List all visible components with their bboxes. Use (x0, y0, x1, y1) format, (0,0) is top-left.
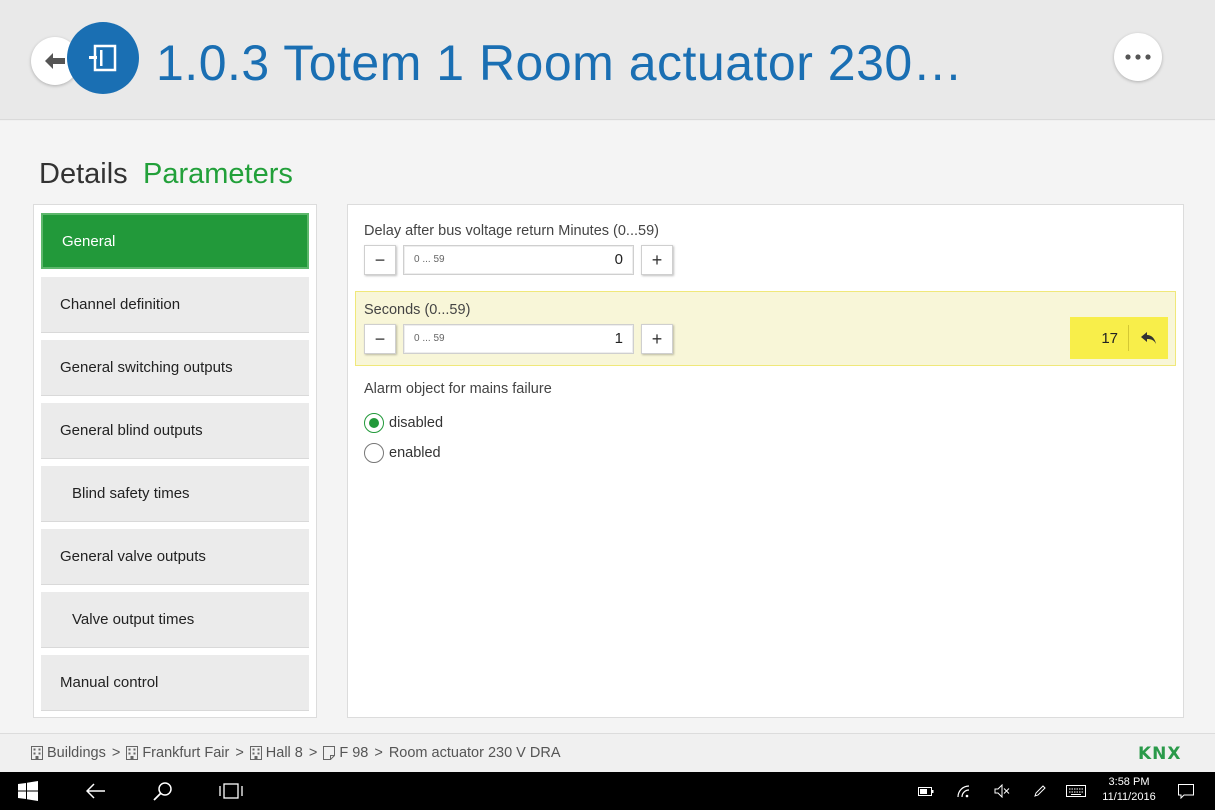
breadcrumb-item-room-actuator[interactable]: Room actuator 230 V DRA (389, 745, 561, 761)
volume-muted-icon (994, 784, 1010, 798)
radio-disabled-label[interactable]: disabled (389, 415, 443, 431)
more-dots-icon (1125, 54, 1151, 60)
minutes-label: Delay after bus voltage return Minutes (… (364, 223, 659, 239)
reset-button[interactable] (1129, 331, 1168, 345)
default-value: 17 (1101, 329, 1118, 347)
building-icon (249, 746, 262, 760)
minutes-range-hint: 0 ... 59 (414, 254, 445, 265)
sidebar-item-general-switching-outputs[interactable]: General switching outputs (41, 340, 309, 396)
network-icon-button[interactable] (950, 772, 978, 810)
breadcrumb-separator: > (235, 745, 244, 761)
clock-date: 11/11/2016 (1102, 791, 1156, 803)
task-view-button[interactable] (211, 772, 251, 810)
undo-arrow-icon (1140, 332, 1156, 344)
start-button[interactable] (8, 772, 48, 810)
arrow-left-icon (45, 53, 65, 69)
search-button[interactable] (143, 772, 183, 810)
breadcrumb-item-hall-8[interactable]: Hall 8 (266, 745, 303, 761)
radio-enabled-label[interactable]: enabled (389, 445, 441, 461)
default-value-reset[interactable]: 17 (1070, 317, 1168, 359)
breadcrumb-separator: > (374, 745, 383, 761)
seconds-range-hint: 0 ... 59 (414, 333, 445, 344)
parameter-panel (347, 204, 1184, 718)
tab-parameters[interactable]: Parameters (143, 158, 293, 191)
sidebar-item-valve-output-times[interactable]: Valve output times (41, 592, 309, 648)
task-view-icon (219, 783, 243, 799)
device-icon (89, 44, 117, 72)
radio-enabled[interactable] (364, 443, 384, 463)
building-icon (31, 746, 43, 760)
sidebar-item-blind-safety-times[interactable]: Blind safety times (41, 466, 309, 522)
parameter-sidebar: General Channel definition General switc… (33, 204, 317, 718)
seconds-value: 1 (614, 330, 623, 347)
battery-icon-button[interactable] (912, 772, 940, 810)
knx-logo: KNX (1138, 744, 1182, 764)
breadcrumb-item-frankfurt-fair[interactable]: Frankfurt Fair (142, 745, 229, 761)
action-center-button[interactable] (1172, 772, 1200, 810)
minutes-input[interactable]: 0 ... 59 0 (403, 245, 634, 275)
minutes-increment-button[interactable]: + (641, 245, 673, 275)
search-icon (153, 782, 172, 801)
radio-selected-dot (369, 418, 379, 428)
volume-icon-button[interactable] (988, 772, 1016, 810)
pen-icon-button[interactable] (1026, 772, 1054, 810)
minutes-value: 0 (614, 251, 623, 268)
sidebar-item-general[interactable]: General (41, 213, 309, 269)
keyboard-icon-button[interactable] (1062, 772, 1090, 810)
battery-icon (918, 786, 934, 796)
breadcrumb-item-f-98[interactable]: F 98 (339, 745, 368, 761)
taskbar-clock[interactable]: 3:58 PM 11/11/2016 (1096, 775, 1162, 805)
wifi-icon (957, 785, 970, 798)
seconds-decrement-button[interactable]: − (364, 324, 396, 354)
keyboard-icon (1066, 785, 1086, 797)
seconds-label: Seconds (0...59) (364, 302, 471, 318)
tab-details[interactable]: Details (39, 158, 128, 191)
pen-icon (1034, 785, 1046, 797)
seconds-input[interactable]: 0 ... 59 1 (403, 324, 634, 354)
breadcrumb-separator: > (308, 745, 318, 761)
minutes-decrement-button[interactable]: − (364, 245, 396, 275)
page-title: 1.0.3 Totem 1 Room actuator 230… (156, 35, 964, 91)
sidebar-item-channel-definition[interactable]: Channel definition (41, 277, 309, 333)
breadcrumb: Buildings > Frankfurt Fair > Hall 8 > F … (31, 745, 561, 761)
sidebar-item-general-valve-outputs[interactable]: General valve outputs (41, 529, 309, 585)
sidebar-item-general-blind-outputs[interactable]: General blind outputs (41, 403, 309, 459)
back-arrow-icon (86, 783, 105, 799)
building-icon (126, 746, 139, 760)
notification-icon (1178, 783, 1194, 799)
seconds-increment-button[interactable]: + (641, 324, 673, 354)
breadcrumb-item-buildings[interactable]: Buildings (47, 745, 106, 761)
more-options-button[interactable] (1114, 33, 1162, 81)
device-icon-badge (67, 22, 139, 94)
sidebar-item-manual-control[interactable]: Manual control (41, 655, 309, 711)
windows-logo-icon (18, 781, 38, 801)
taskbar-back-button[interactable] (76, 772, 116, 810)
alarm-label: Alarm object for mains failure (364, 381, 552, 397)
clock-time: 3:58 PM (1108, 776, 1150, 788)
breadcrumb-separator: > (111, 745, 121, 761)
radio-disabled[interactable] (364, 413, 384, 433)
room-icon (323, 746, 336, 760)
